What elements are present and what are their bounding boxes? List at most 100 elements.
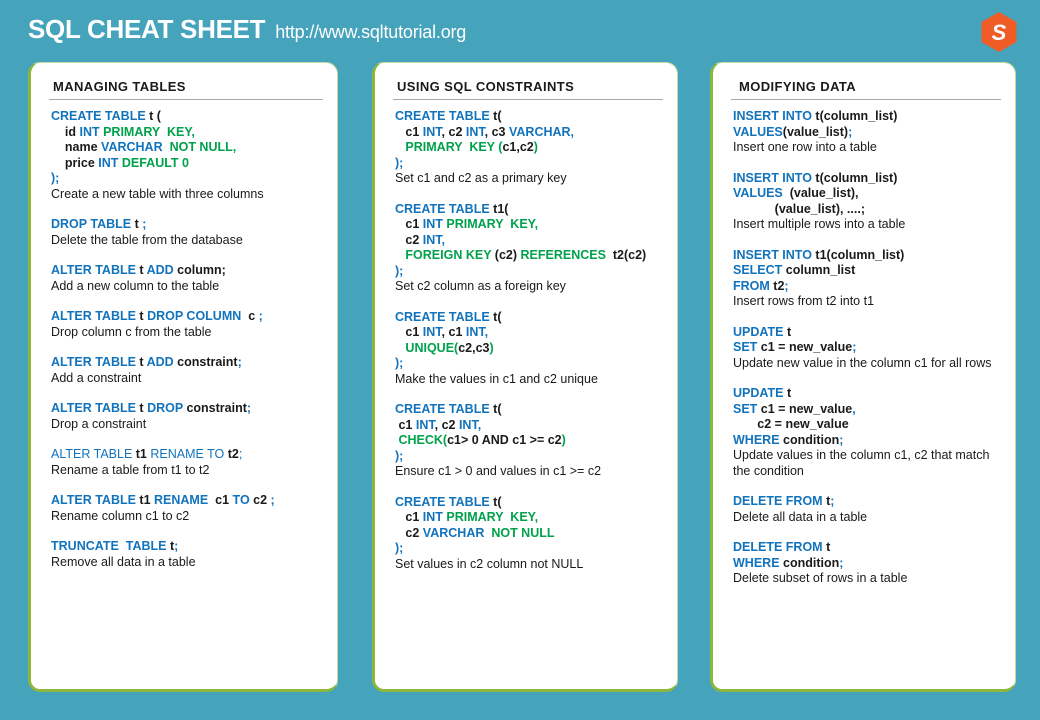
sql-token: ; (270, 493, 275, 507)
page-header: SQL CHEAT SHEET http://www.sqltutorial.o… (0, 0, 1040, 58)
sql-code-line: DELETE FROM t; (733, 494, 1001, 510)
entry-list: CREATE TABLE t ( id INT PRIMARY KEY, nam… (49, 109, 323, 570)
sql-code-line: ); (395, 541, 663, 557)
sql-token: t( (493, 309, 502, 324)
sql-token: c1 = new_value (760, 401, 853, 416)
sql-token: VALUES (733, 124, 783, 139)
sql-token: t (139, 263, 147, 277)
sql-code-line: ALTER TABLE t1 RENAME TO t2; (51, 447, 323, 463)
sql-code-line: ); (395, 156, 663, 172)
sql-token: t( (493, 494, 502, 509)
sql-token: c1 (395, 417, 416, 432)
sql-token: , (191, 124, 195, 139)
sql-token: ); (395, 356, 404, 370)
sql-token: REFERENCES (520, 248, 610, 262)
sql-code-line: c1 INT, c1 INT, (395, 325, 663, 341)
sql-token: VARCHAR, (508, 124, 575, 139)
sql-token: FOREIGN KEY (395, 248, 495, 262)
sql-description: Delete all data in a table (733, 509, 868, 524)
sql-token: DROP COLUMN (147, 309, 245, 323)
sql-token: (c2) (494, 248, 521, 262)
sqltutorial-hexagon-logo[interactable]: S (980, 11, 1018, 53)
sql-token: INT (98, 155, 122, 170)
sql-entry: CREATE TABLE t( c1 INT, c2 INT, c3 VARCH… (395, 109, 663, 187)
sql-token: c (244, 309, 259, 323)
sql-entry: ALTER TABLE t ADD constraint; Add a const… (51, 355, 323, 386)
sql-description: Insert multiple rows into a table (733, 217, 906, 231)
site-url[interactable]: http://www.sqltutorial.org (275, 23, 466, 41)
sql-code-line: ALTER TABLE t DROP constraint; (51, 401, 323, 417)
sql-token: id (51, 124, 80, 139)
sql-token: c1 (211, 493, 233, 507)
sql-token: CREATE TABLE (395, 494, 494, 509)
sql-token: ALTER TABLE (51, 355, 140, 369)
sql-entry: TRUNCATE TABLE t; Remove all data in a ta… (51, 539, 323, 570)
sql-token: name (51, 140, 102, 154)
sql-entry: INSERT INTO t1(column_list) SELECT column… (733, 248, 1001, 310)
sql-code-line: CREATE TABLE t ( (51, 109, 323, 125)
sql-token: ) (561, 433, 566, 447)
sql-entry: ALTER TABLE t ADD column; Add a new colum… (51, 263, 323, 294)
entry-list: INSERT INTO t(column_list) VALUES(value_l… (731, 109, 1001, 587)
sql-code-line: ); (395, 356, 663, 372)
sql-description: Insert one row into a table (733, 140, 877, 154)
sql-description: Make the values in c1 and c2 unique (395, 371, 598, 386)
sql-entry: ALTER TABLE t1 RENAME c1 TO c2 ; Rename c… (51, 493, 323, 524)
sql-code-line: c1 INT, c2 INT, c3 VARCHAR, (395, 125, 663, 141)
sql-code-line: ALTER TABLE t ADD column; (51, 263, 323, 279)
sql-token: INT, (465, 325, 489, 339)
sql-token: (value_list) (782, 124, 849, 139)
sql-description: Rename a table from t1 to t2 (51, 462, 210, 477)
sql-token: c2 (448, 124, 466, 139)
sql-code-line: CREATE TABLE t1( (395, 202, 663, 218)
sql-code-line: INSERT INTO t(column_list) (733, 109, 1001, 125)
sql-code-line: WHERE condition; (733, 433, 1001, 449)
sql-code-line: TRUNCATE TABLE t; (51, 539, 323, 555)
sql-token: INT (465, 124, 485, 139)
sql-token: ); (395, 541, 404, 555)
sql-token: c2 (441, 417, 459, 432)
sql-code-line: UNIQUE(c2,c3) (395, 341, 663, 357)
sql-entry: UPDATE t SET c1 = new_value, c2 = new_val… (733, 386, 1001, 479)
sql-token: column_list (785, 263, 856, 277)
sql-token: INSERT INTO (733, 109, 816, 123)
sql-token: t (139, 309, 148, 323)
sql-description: Set c2 column as a foreign key (395, 279, 566, 293)
sql-token: ALTER TABLE (51, 493, 140, 507)
sql-code-line: c2 INT, (395, 233, 663, 249)
sql-entry: CREATE TABLE t1( c1 INT PRIMARY KEY, c2 … (395, 202, 663, 295)
sql-token: VARCHAR (101, 140, 170, 154)
sql-token: NOT NULL (169, 140, 233, 154)
sql-token: t( (493, 109, 502, 123)
sql-token: PRIMARY KEY, (446, 510, 539, 524)
sql-token: column; (177, 263, 226, 277)
sql-entry: INSERT INTO t(column_list) VALUES(value_l… (733, 109, 1001, 156)
sql-token: ; (246, 401, 252, 415)
sql-token: INT, (458, 417, 482, 432)
sql-token: RENAME TO (150, 447, 228, 461)
sql-token: , (441, 325, 449, 339)
sql-token: t (786, 386, 792, 400)
sql-code-line: CREATE TABLE t( (395, 402, 663, 418)
sql-token: INT (422, 325, 442, 339)
sql-token: ) (533, 140, 538, 154)
sql-token: , (232, 140, 237, 154)
sql-token: DROP TABLE (51, 217, 135, 231)
sql-token: SET (733, 340, 761, 354)
card-title: MANAGING TABLES (49, 77, 323, 100)
sql-entry: CREATE TABLE t ( id INT PRIMARY KEY, nam… (51, 109, 323, 202)
sql-token: ; (142, 217, 147, 231)
card-modifying-data: MODIFYING DATA INSERT INTO t(column_list… (710, 62, 1016, 692)
sql-token: (value_list), (786, 186, 859, 200)
sql-token: c1 = new_value (760, 340, 853, 354)
title-block: SQL CHEAT SHEET http://www.sqltutorial.o… (28, 16, 466, 42)
sql-token: DROP (147, 401, 187, 415)
sql-code-line: CREATE TABLE t( (395, 495, 663, 511)
sql-code-line: VALUES (value_list), (733, 186, 1001, 202)
sql-code-line: ALTER TABLE t DROP COLUMN c ; (51, 309, 323, 325)
sql-token: c1 (395, 325, 423, 339)
sql-token: ; (784, 278, 789, 293)
sql-description: Create a new table with three columns (51, 186, 264, 201)
sql-code-line: SET c1 = new_value; (733, 340, 1001, 356)
sql-description: Drop column c from the table (51, 324, 212, 339)
